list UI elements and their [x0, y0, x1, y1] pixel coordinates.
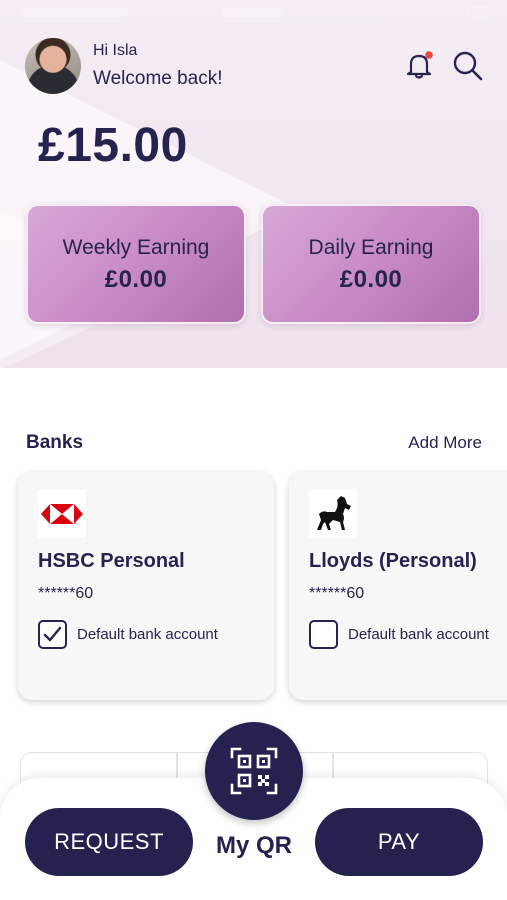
- lloyds-horse-icon: [309, 490, 357, 538]
- search-icon[interactable]: [450, 48, 484, 82]
- weekly-earning-card[interactable]: Weekly Earning £0.00: [26, 204, 246, 324]
- banks-heading: Banks: [26, 432, 84, 453]
- qr-code-icon: [230, 747, 278, 795]
- avatar[interactable]: [25, 38, 81, 94]
- status-carrier: [18, 8, 128, 17]
- default-bank-label: Default bank account: [77, 626, 218, 643]
- bank-account-number: ******60: [309, 585, 365, 602]
- daily-earning-label: Daily Earning: [308, 236, 434, 259]
- bank-name: Lloyds (Personal): [309, 550, 477, 572]
- pay-button[interactable]: PAY: [315, 808, 483, 876]
- my-qr-button[interactable]: [205, 722, 303, 820]
- greeting-name: Hi Isla: [93, 42, 138, 59]
- status-bar: [0, 4, 507, 24]
- battery-icon: [467, 7, 491, 18]
- add-more-link[interactable]: Add More: [408, 433, 482, 453]
- bank-card-hsbc[interactable]: HSBC Personal ******60 Default bank acco…: [18, 472, 274, 700]
- weekly-earning-label: Weekly Earning: [62, 236, 210, 259]
- status-time: [222, 8, 286, 17]
- my-qr-label: My QR: [215, 832, 292, 859]
- greeting-welcome: Welcome back!: [93, 68, 223, 89]
- balance-amount: £15.00: [38, 119, 188, 172]
- bank-name: HSBC Personal: [38, 550, 185, 572]
- default-bank-checkbox[interactable]: [309, 620, 338, 649]
- bell-icon[interactable]: [402, 48, 436, 82]
- daily-earning-value: £0.00: [339, 266, 403, 293]
- request-button[interactable]: REQUEST: [25, 808, 193, 876]
- notification-dot: [425, 51, 433, 59]
- weekly-earning-value: £0.00: [104, 266, 168, 293]
- bank-card-lloyds[interactable]: Lloyds (Personal) ******60 Default bank …: [289, 472, 507, 700]
- bank-account-number: ******60: [38, 585, 94, 602]
- default-bank-checkbox[interactable]: [38, 620, 67, 649]
- default-bank-label: Default bank account: [348, 626, 489, 643]
- daily-earning-card[interactable]: Daily Earning £0.00: [261, 204, 481, 324]
- checkmark-icon: [43, 626, 62, 642]
- hsbc-logo-icon: [38, 490, 86, 538]
